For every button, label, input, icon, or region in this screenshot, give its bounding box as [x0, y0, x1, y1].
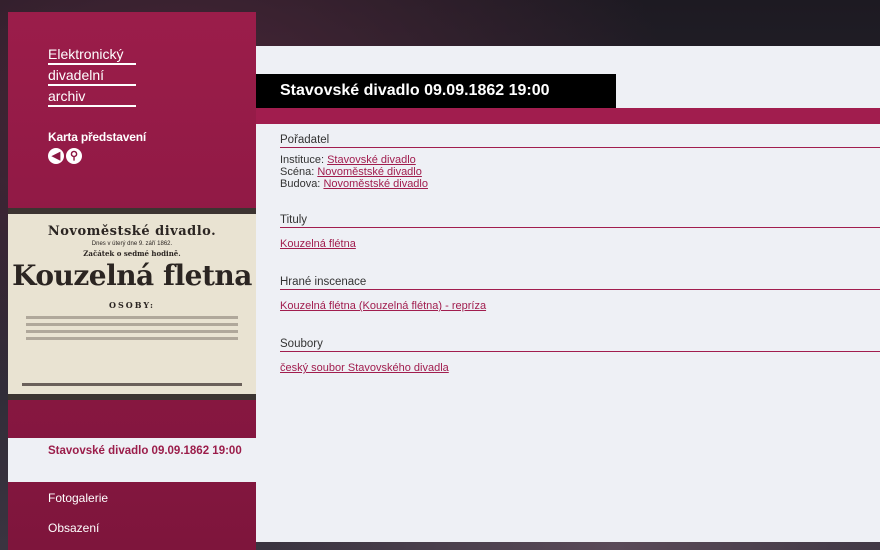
poster-image[interactable]: Novoměstské divadlo. Dnes v úterý dne 9.… — [8, 208, 256, 400]
poster-subline: Dnes v úterý dne 9. září 1862. — [91, 241, 173, 247]
site-logo[interactable]: Elektronický divadelní archiv — [48, 46, 136, 109]
back-arrow-icon[interactable]: ◀ — [48, 148, 64, 164]
building-row: Budova: Novoměstské divadlo — [280, 178, 880, 190]
sidebar: Elektronický divadelní archiv Karta před… — [8, 12, 256, 550]
institution-link[interactable]: Stavovské divadlo — [327, 154, 416, 166]
card-label: Karta představení — [48, 130, 146, 144]
building-label: Budova: — [280, 178, 321, 190]
stage-row: Scéna: Novoměstské divadlo — [280, 166, 880, 178]
logo-line[interactable]: Elektronický — [48, 46, 136, 65]
list-item: český soubor Stavovského divadla — [280, 358, 880, 374]
section-heading: Pořadatel — [280, 134, 880, 148]
poster-cast-lines — [26, 316, 238, 340]
titles-section: Tituly Kouzelná flétna — [280, 214, 880, 250]
list-item: Kouzelná flétna (Kouzelná flétna) - repr… — [280, 296, 880, 312]
section-heading: Soubory — [280, 338, 880, 352]
poster-play-title: Kouzelná fletna — [12, 259, 252, 292]
productions-section: Hrané inscenace Kouzelná flétna (Kouzeln… — [280, 276, 880, 312]
poster-heading: Novoměstské divadlo. — [47, 224, 217, 239]
stage-link[interactable]: Novoměstské divadlo — [317, 166, 422, 178]
search-icon[interactable]: ⚲ — [66, 148, 82, 164]
stage-label: Scéna: — [280, 166, 315, 178]
section-heading: Hrané inscenace — [280, 276, 880, 290]
poster-footer — [22, 383, 242, 386]
production-link[interactable]: Kouzelná flétna (Kouzelná flétna) - repr… — [280, 300, 486, 312]
page-frame: Elektronický divadelní archiv Karta před… — [8, 12, 880, 550]
nav-item-cast[interactable]: Obsazení — [8, 514, 256, 542]
institution-row: Instituce: Stavovské divadlo — [280, 154, 880, 166]
page-title: Stavovské divadlo 09.09.1862 19:00 — [256, 74, 616, 108]
poster-start: Začátek o sedmé hodině. — [83, 249, 181, 258]
poster-cast-label: OSOBY: — [108, 300, 155, 310]
title-link[interactable]: Kouzelná flétna — [280, 238, 356, 250]
section-heading: Tituly — [280, 214, 880, 228]
card-actions: ◀ ⚲ — [48, 148, 82, 164]
nav-item-gallery[interactable]: Fotogalerie — [8, 484, 256, 512]
ensembles-section: Soubory český soubor Stavovského divadla — [280, 338, 880, 374]
content-panel: Stavovské divadlo 09.09.1862 19:00 Pořad… — [256, 46, 880, 542]
logo-line[interactable]: divadelní — [48, 67, 136, 86]
organizer-section: Pořadatel Instituce: Stavovské divadlo S… — [280, 134, 880, 190]
logo-line[interactable]: archiv — [48, 88, 136, 107]
list-item: Kouzelná flétna — [280, 234, 880, 250]
title-rule — [256, 108, 880, 124]
building-link[interactable]: Novoměstské divadlo — [323, 178, 428, 190]
nav-item-performance[interactable]: Stavovské divadlo 09.09.1862 19:00 — [8, 438, 256, 482]
institution-label: Instituce: — [280, 154, 325, 166]
ensemble-link[interactable]: český soubor Stavovského divadla — [280, 362, 449, 374]
